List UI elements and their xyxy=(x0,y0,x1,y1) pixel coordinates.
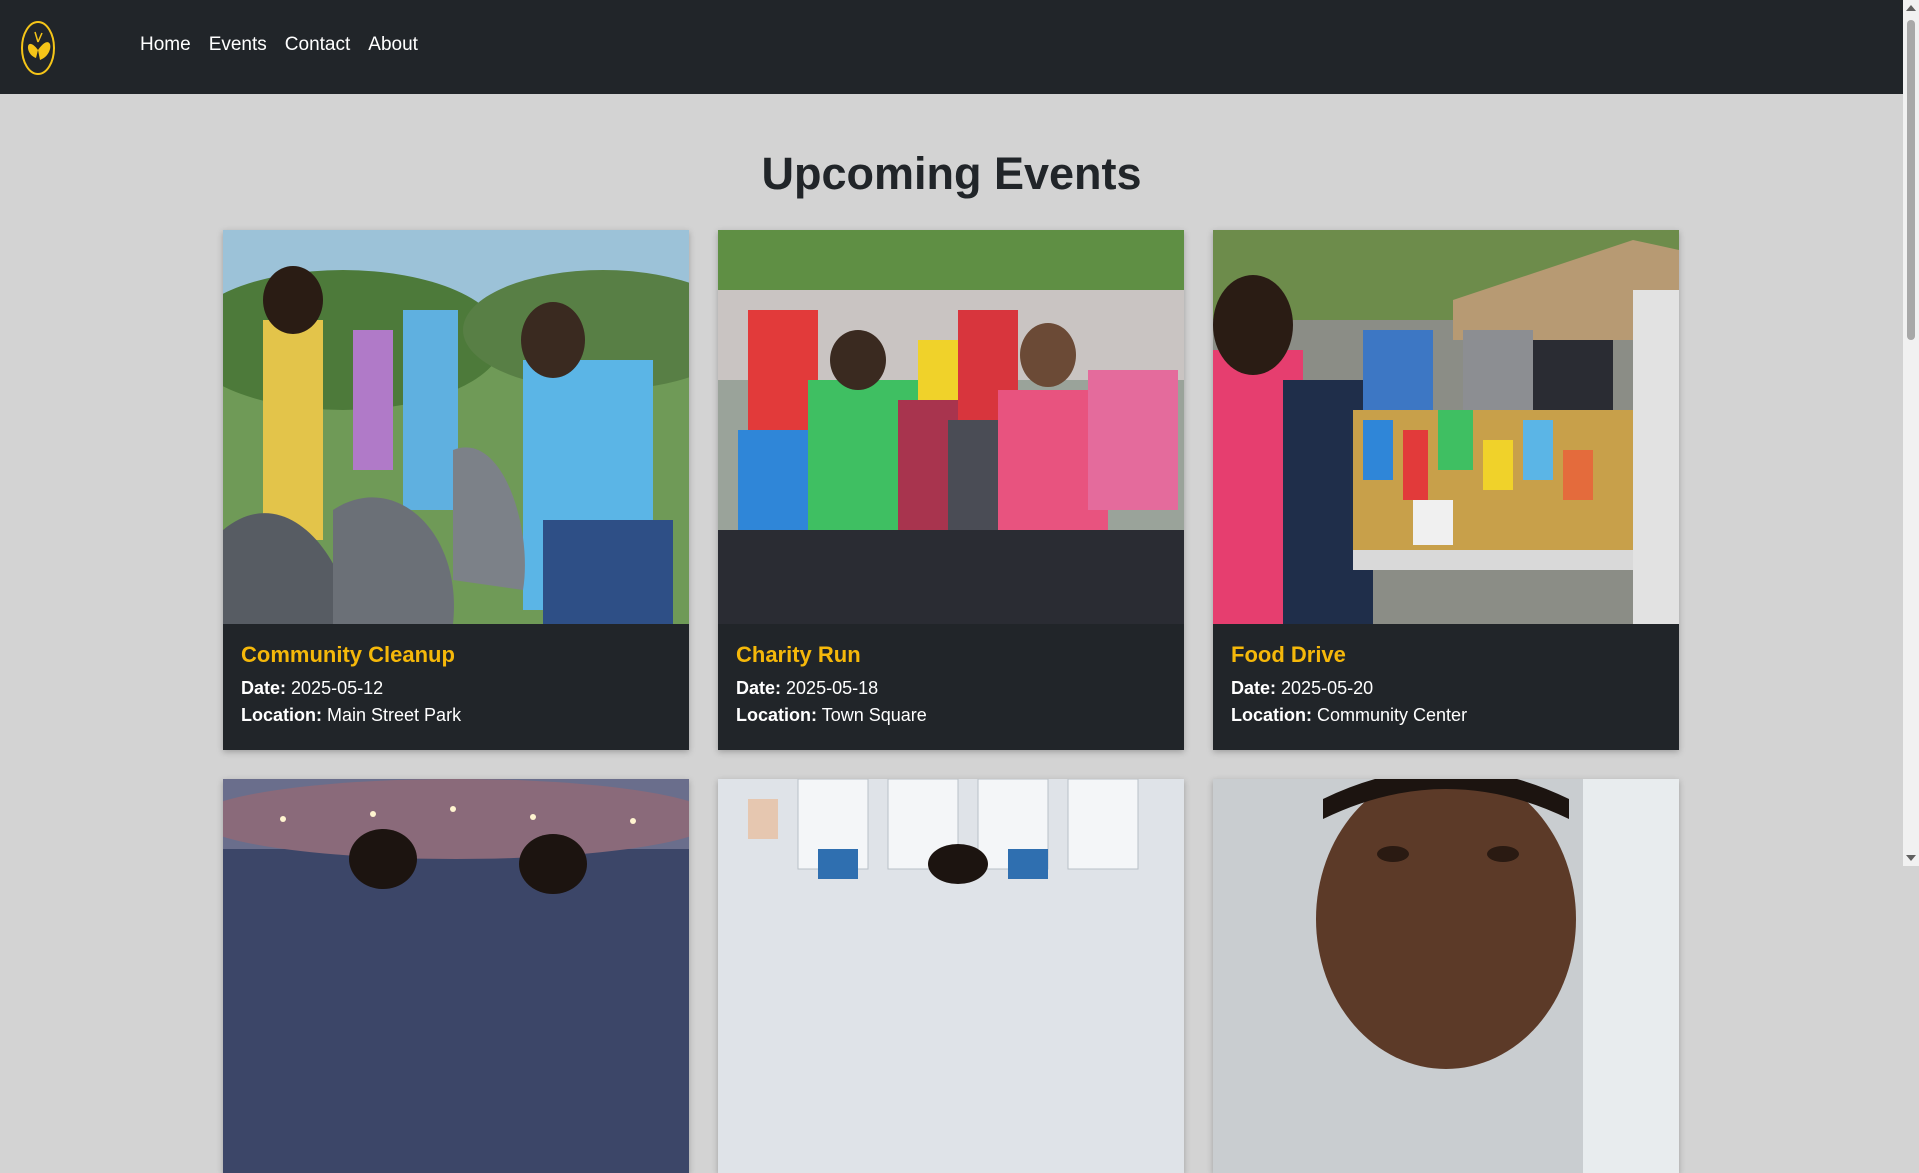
event-card-body: Community Cleanup Date: 2025-05-12 Locat… xyxy=(223,624,689,750)
food-donation-table-photo xyxy=(1213,230,1679,624)
nav-link-events[interactable]: Events xyxy=(209,34,267,56)
event-location-value: Town Square xyxy=(821,705,927,725)
event-location-value: Main Street Park xyxy=(327,705,462,725)
date-label: Date: xyxy=(1231,678,1277,698)
scroll-up-arrow-icon[interactable] xyxy=(1906,5,1916,11)
volunteers-collecting-trash-photo xyxy=(223,230,689,624)
event-card-grid: Community Cleanup Date: 2025-05-12 Locat… xyxy=(223,230,1680,1173)
event-title: Community Cleanup xyxy=(241,642,455,667)
event-card-5[interactable] xyxy=(718,779,1184,1173)
nav-links: Home Events Contact About xyxy=(140,34,418,56)
event-location: Location: Town Square xyxy=(736,705,1166,726)
scrollbar-thumb[interactable] xyxy=(1907,20,1915,340)
event-card-body: Charity Run Date: 2025-05-18 Location: T… xyxy=(718,624,1184,750)
date-label: Date: xyxy=(736,678,782,698)
location-label: Location: xyxy=(1231,705,1312,725)
event-location: Location: Community Center xyxy=(1231,705,1661,726)
event-title: Charity Run xyxy=(736,642,861,667)
location-label: Location: xyxy=(736,705,817,725)
runners-group-photo xyxy=(718,230,1184,624)
event-date: Date: 2025-05-20 xyxy=(1231,678,1661,699)
nav-link-home[interactable]: Home xyxy=(140,34,191,56)
vertical-scrollbar[interactable] xyxy=(1903,0,1919,866)
date-label: Date: xyxy=(241,678,287,698)
event-date-value: 2025-05-20 xyxy=(1281,678,1374,698)
location-label: Location: xyxy=(241,705,322,725)
event-date: Date: 2025-05-18 xyxy=(736,678,1166,699)
event-card-charity-run[interactable]: Charity Run Date: 2025-05-18 Location: T… xyxy=(718,230,1184,750)
scroll-down-arrow-icon[interactable] xyxy=(1906,855,1916,861)
event-card-4[interactable] xyxy=(223,779,689,1173)
event-card-body: Food Drive Date: 2025-05-20 Location: Co… xyxy=(1213,624,1679,750)
event-date-value: 2025-05-18 xyxy=(786,678,879,698)
butterfly-logo-icon[interactable] xyxy=(18,20,58,76)
event-card-food-drive[interactable]: Food Drive Date: 2025-05-20 Location: Co… xyxy=(1213,230,1679,750)
event-date-value: 2025-05-12 xyxy=(291,678,384,698)
concert-stage-photo xyxy=(223,779,689,1173)
nav-link-about[interactable]: About xyxy=(368,34,418,56)
event-card-community-cleanup[interactable]: Community Cleanup Date: 2025-05-12 Locat… xyxy=(223,230,689,750)
event-date: Date: 2025-05-12 xyxy=(241,678,671,699)
event-title: Food Drive xyxy=(1231,642,1346,667)
event-card-6[interactable] xyxy=(1213,779,1679,1173)
top-navbar: Home Events Contact About xyxy=(0,0,1903,94)
nav-link-contact[interactable]: Contact xyxy=(285,34,350,56)
office-meeting-photo xyxy=(718,779,1184,1173)
event-location-value: Community Center xyxy=(1317,705,1468,725)
page-title: Upcoming Events xyxy=(761,148,1142,199)
event-location: Location: Main Street Park xyxy=(241,705,671,726)
portrait-photo xyxy=(1213,779,1679,1173)
